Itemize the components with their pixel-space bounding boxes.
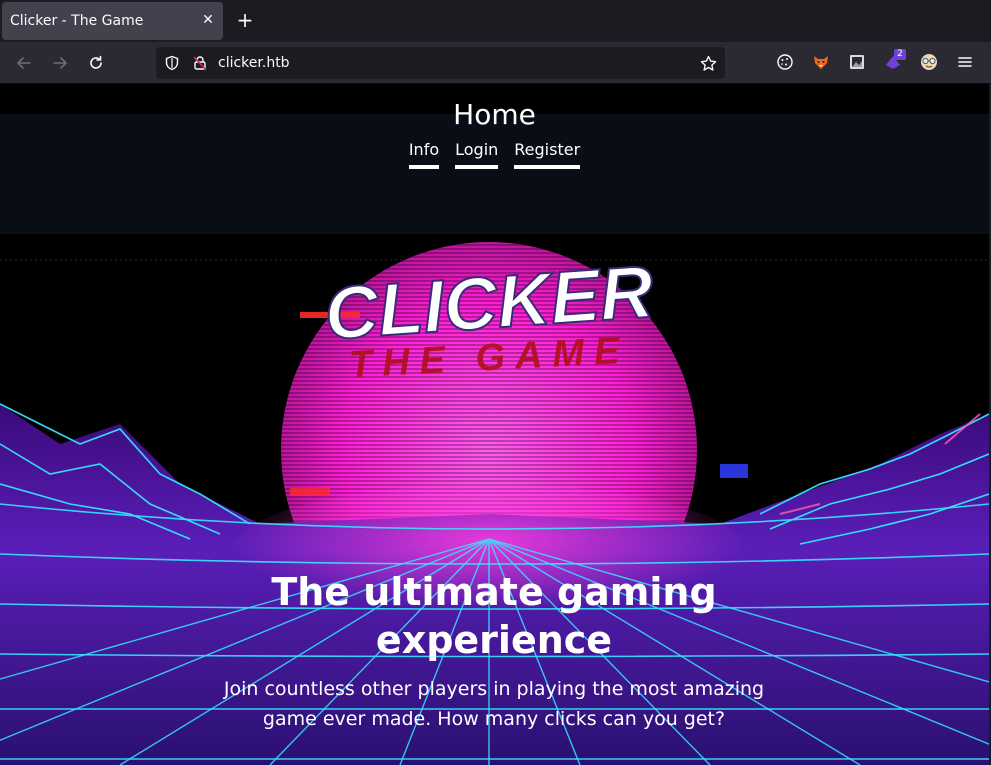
page-title: Home [453,98,536,131]
browser-toolbar: clicker.htb 2 [0,42,991,84]
url-text[interactable]: clicker.htb [218,55,290,71]
insecure-lock-icon[interactable] [192,55,208,71]
picture-icon [850,55,864,69]
hamburger-menu-icon [958,57,972,67]
browser-tab-strip: Clicker - The Game ✕ + [0,0,991,42]
nav-link-login[interactable]: Login [455,140,499,169]
nav-link-register[interactable]: Register [514,140,581,169]
fox-extension-button[interactable] [810,51,832,73]
glasses-extension-button[interactable] [918,51,940,73]
web-page: CLICKER THE GAME Home Info Login Registe… [0,84,989,765]
shield-icon[interactable] [164,55,180,71]
forward-button[interactable] [47,50,73,76]
cookie-extension-button[interactable] [774,51,796,73]
close-icon[interactable]: ✕ [198,10,218,30]
plus-icon[interactable]: + [234,9,256,31]
face-glasses-icon [921,54,937,70]
hero-heading: The ultimate gaming experience [271,570,717,662]
fox-icon [814,56,828,69]
arrow-left-icon [17,57,31,69]
extension-badge: 2 [894,49,906,60]
nav-link-info[interactable]: Info [408,140,440,169]
tab-title: Clicker - The Game [10,13,144,29]
notification-extension-button[interactable]: 2 [882,49,906,73]
app-menu-button[interactable] [954,51,976,73]
image-extension-button[interactable] [846,51,868,73]
reload-button[interactable] [83,50,109,76]
hero-subtext: Join countless other players in playing … [223,678,765,730]
clicker-logo: CLICKER THE GAME [321,249,657,387]
arrow-right-icon [53,57,67,69]
back-button[interactable] [11,50,37,76]
reload-icon [90,55,102,69]
browser-tab[interactable]: Clicker - The Game ✕ [2,2,223,40]
cookie-icon [777,54,793,70]
url-bar[interactable]: clicker.htb [156,47,725,79]
bookmark-star-icon[interactable] [700,55,717,72]
site-nav: Info Login Register [0,140,989,169]
